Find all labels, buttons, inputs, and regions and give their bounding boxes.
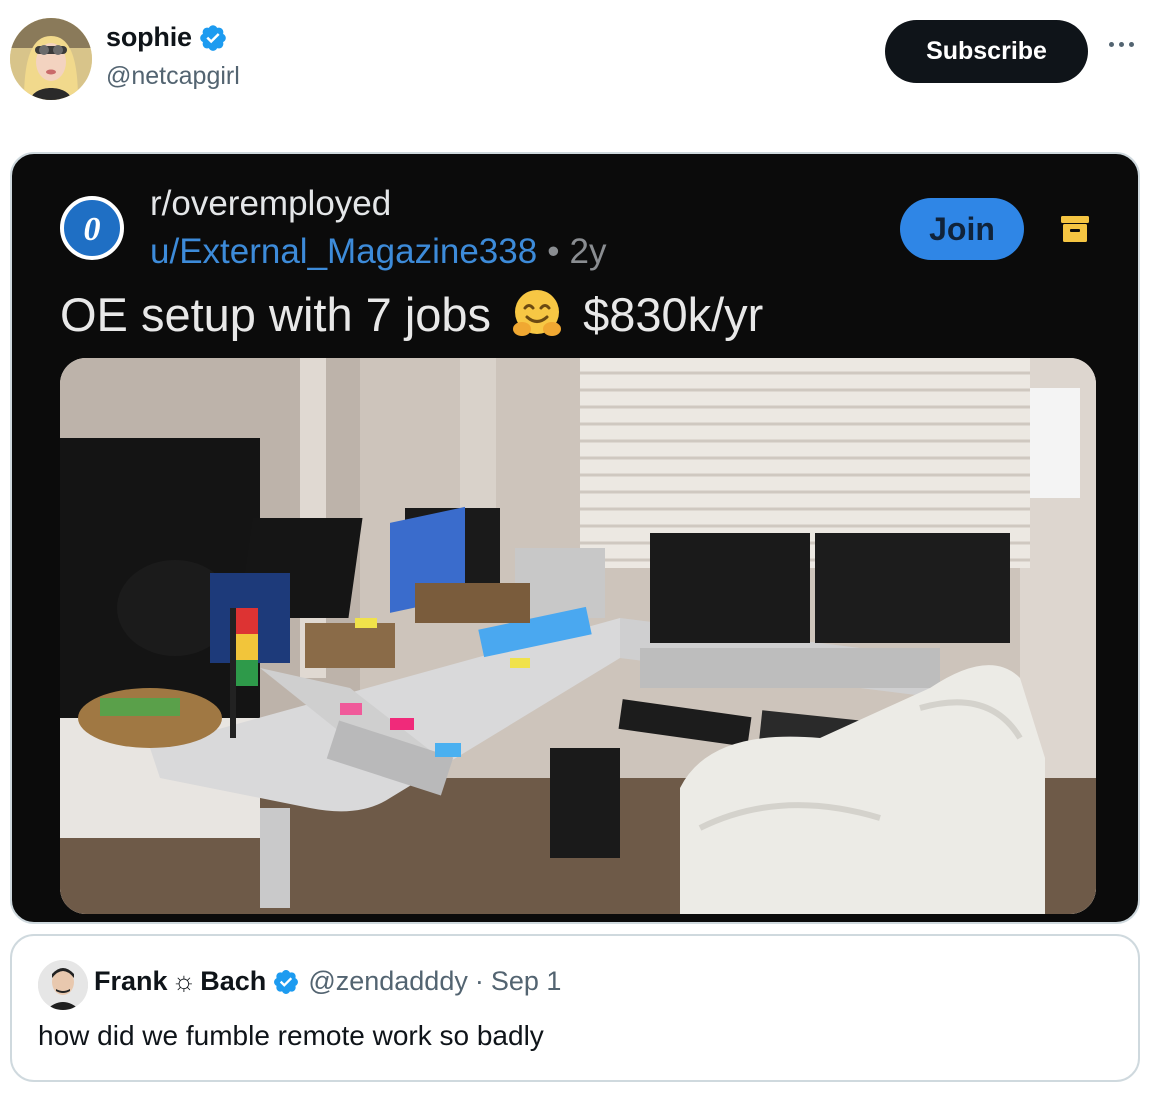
embedded-reddit-card[interactable]: 0 r/overemployed u/External_Magazine338 •… xyxy=(10,152,1140,924)
quoted-meta-row: Frank ☼ Bach @zendadddy · Sep 1 xyxy=(94,966,561,997)
post-title[interactable]: OE setup with 7 jobs $830k/yr xyxy=(60,286,763,342)
author-handle[interactable]: @netcapgirl xyxy=(106,62,240,91)
join-button[interactable]: Join xyxy=(900,198,1024,260)
subscribe-button[interactable]: Subscribe xyxy=(885,20,1088,83)
post-title-text: OE setup with 7 jobs xyxy=(60,287,492,341)
quoted-date[interactable]: Sep 1 xyxy=(491,966,562,997)
quoted-tweet-text: how did we fumble remote work so badly xyxy=(38,1020,544,1051)
quoted-tweet[interactable]: Frank ☼ Bach @zendadddy · Sep 1 how did … xyxy=(10,934,1140,1082)
post-title-amount: $830k/yr xyxy=(583,287,764,341)
more-options-icon[interactable] xyxy=(1100,32,1142,56)
quoted-handle[interactable]: @zendadddy xyxy=(308,966,468,997)
svg-text:0: 0 xyxy=(84,211,101,248)
quoted-verified-badge-icon xyxy=(274,969,299,994)
quoted-meta-separator: · xyxy=(474,966,484,996)
hugging-face-emoji-icon xyxy=(513,290,562,336)
verified-badge-icon xyxy=(200,24,226,51)
author-display-name[interactable]: sophie xyxy=(106,22,192,53)
subreddit-name[interactable]: r/overemployed xyxy=(150,184,391,224)
subreddit-icon[interactable]: 0 xyxy=(60,196,124,260)
post-age: 2y xyxy=(569,232,607,271)
reddit-username[interactable]: u/External_Magazine338 xyxy=(150,232,537,271)
post-meta: u/External_Magazine338 • 2y xyxy=(150,232,606,272)
quoted-author-avatar[interactable] xyxy=(38,960,88,1010)
quoted-name-first[interactable]: Frank xyxy=(94,966,168,997)
archive-icon[interactable] xyxy=(1058,212,1092,246)
desk-setup-photo[interactable] xyxy=(60,358,1096,914)
quoted-name-sun-symbol: ☼ xyxy=(171,966,197,996)
author-name-row: sophie xyxy=(106,22,228,53)
quoted-name-last[interactable]: Bach xyxy=(200,966,266,997)
meta-separator: • xyxy=(547,232,560,271)
author-avatar[interactable] xyxy=(10,18,92,100)
